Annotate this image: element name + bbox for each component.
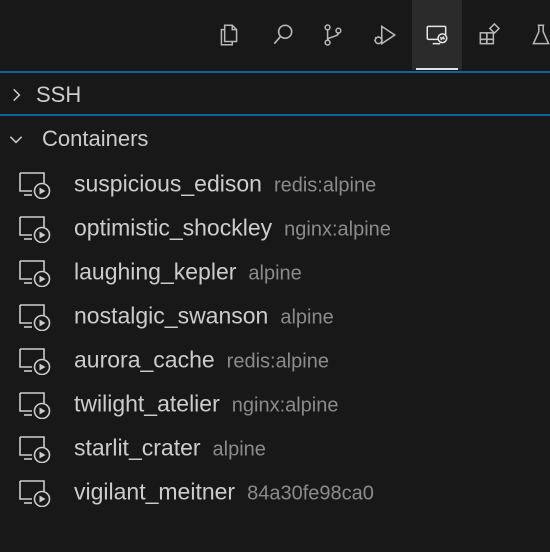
- container-label: vigilant_meitner 84a30fe98ca0: [74, 479, 374, 506]
- section-title-containers: Containers: [42, 126, 149, 151]
- testing-icon[interactable]: [516, 0, 550, 70]
- container-item[interactable]: suspicious_edison redis:alpine: [0, 162, 550, 206]
- container-running-icon: [18, 433, 52, 464]
- container-label: starlit_crater alpine: [74, 435, 266, 462]
- section-header-ssh[interactable]: SSH: [0, 75, 550, 115]
- container-image: nginx:alpine: [231, 394, 339, 417]
- explorer-icon[interactable]: [204, 0, 254, 70]
- chevron-right-icon: [0, 75, 32, 115]
- container-item[interactable]: laughing_kepler alpine: [0, 250, 550, 294]
- container-label: suspicious_edison redis:alpine: [74, 171, 376, 198]
- container-running-icon: [18, 301, 52, 332]
- container-image: alpine: [248, 262, 302, 285]
- container-item[interactable]: starlit_crater alpine: [0, 426, 550, 470]
- container-name: aurora_cache: [74, 346, 215, 373]
- container-item[interactable]: twilight_atelier nginx:alpine: [0, 382, 550, 426]
- container-name: nostalgic_swanson: [74, 302, 269, 329]
- remote-explorer-icon[interactable]: [412, 0, 462, 70]
- container-image: alpine: [280, 306, 334, 329]
- container-label: laughing_kepler alpine: [74, 259, 302, 286]
- container-label: optimistic_shockley nginx:alpine: [74, 215, 391, 242]
- container-name: laughing_kepler: [74, 258, 237, 285]
- container-running-icon: [18, 345, 52, 376]
- extensions-icon[interactable]: [464, 0, 514, 70]
- container-image: alpine: [212, 438, 266, 461]
- container-image: nginx:alpine: [284, 218, 391, 241]
- container-name: vigilant_meitner: [74, 478, 236, 505]
- section-title-ssh: SSH: [36, 82, 82, 107]
- container-label: aurora_cache redis:alpine: [74, 347, 329, 374]
- container-running-icon: [18, 257, 52, 288]
- container-item[interactable]: aurora_cache redis:alpine: [0, 338, 550, 382]
- source-control-icon[interactable]: [308, 0, 358, 70]
- container-label: nostalgic_swanson alpine: [74, 303, 334, 330]
- container-item[interactable]: optimistic_shockley nginx:alpine: [0, 206, 550, 250]
- section-header-containers[interactable]: Containers: [0, 119, 550, 159]
- activity-bar: [0, 0, 550, 70]
- container-label: twilight_atelier nginx:alpine: [74, 391, 339, 418]
- container-image: 84a30fe98ca0: [247, 482, 374, 505]
- run-debug-icon[interactable]: [360, 0, 410, 70]
- focus-border-top: [0, 71, 550, 73]
- container-name: twilight_atelier: [74, 390, 220, 417]
- chevron-down-icon: [0, 119, 32, 159]
- container-image: redis:alpine: [226, 350, 329, 373]
- container-name: suspicious_edison: [74, 170, 262, 197]
- container-running-icon: [18, 213, 52, 244]
- container-image: redis:alpine: [273, 174, 377, 197]
- search-icon[interactable]: [258, 0, 308, 70]
- container-name: optimistic_shockley: [74, 214, 273, 241]
- container-running-icon: [18, 389, 52, 420]
- container-item[interactable]: vigilant_meitner 84a30fe98ca0: [0, 470, 550, 514]
- container-running-icon: [18, 169, 52, 200]
- container-name: starlit_crater: [74, 434, 201, 461]
- container-item[interactable]: nostalgic_swanson alpine: [0, 294, 550, 338]
- container-running-icon: [18, 477, 52, 508]
